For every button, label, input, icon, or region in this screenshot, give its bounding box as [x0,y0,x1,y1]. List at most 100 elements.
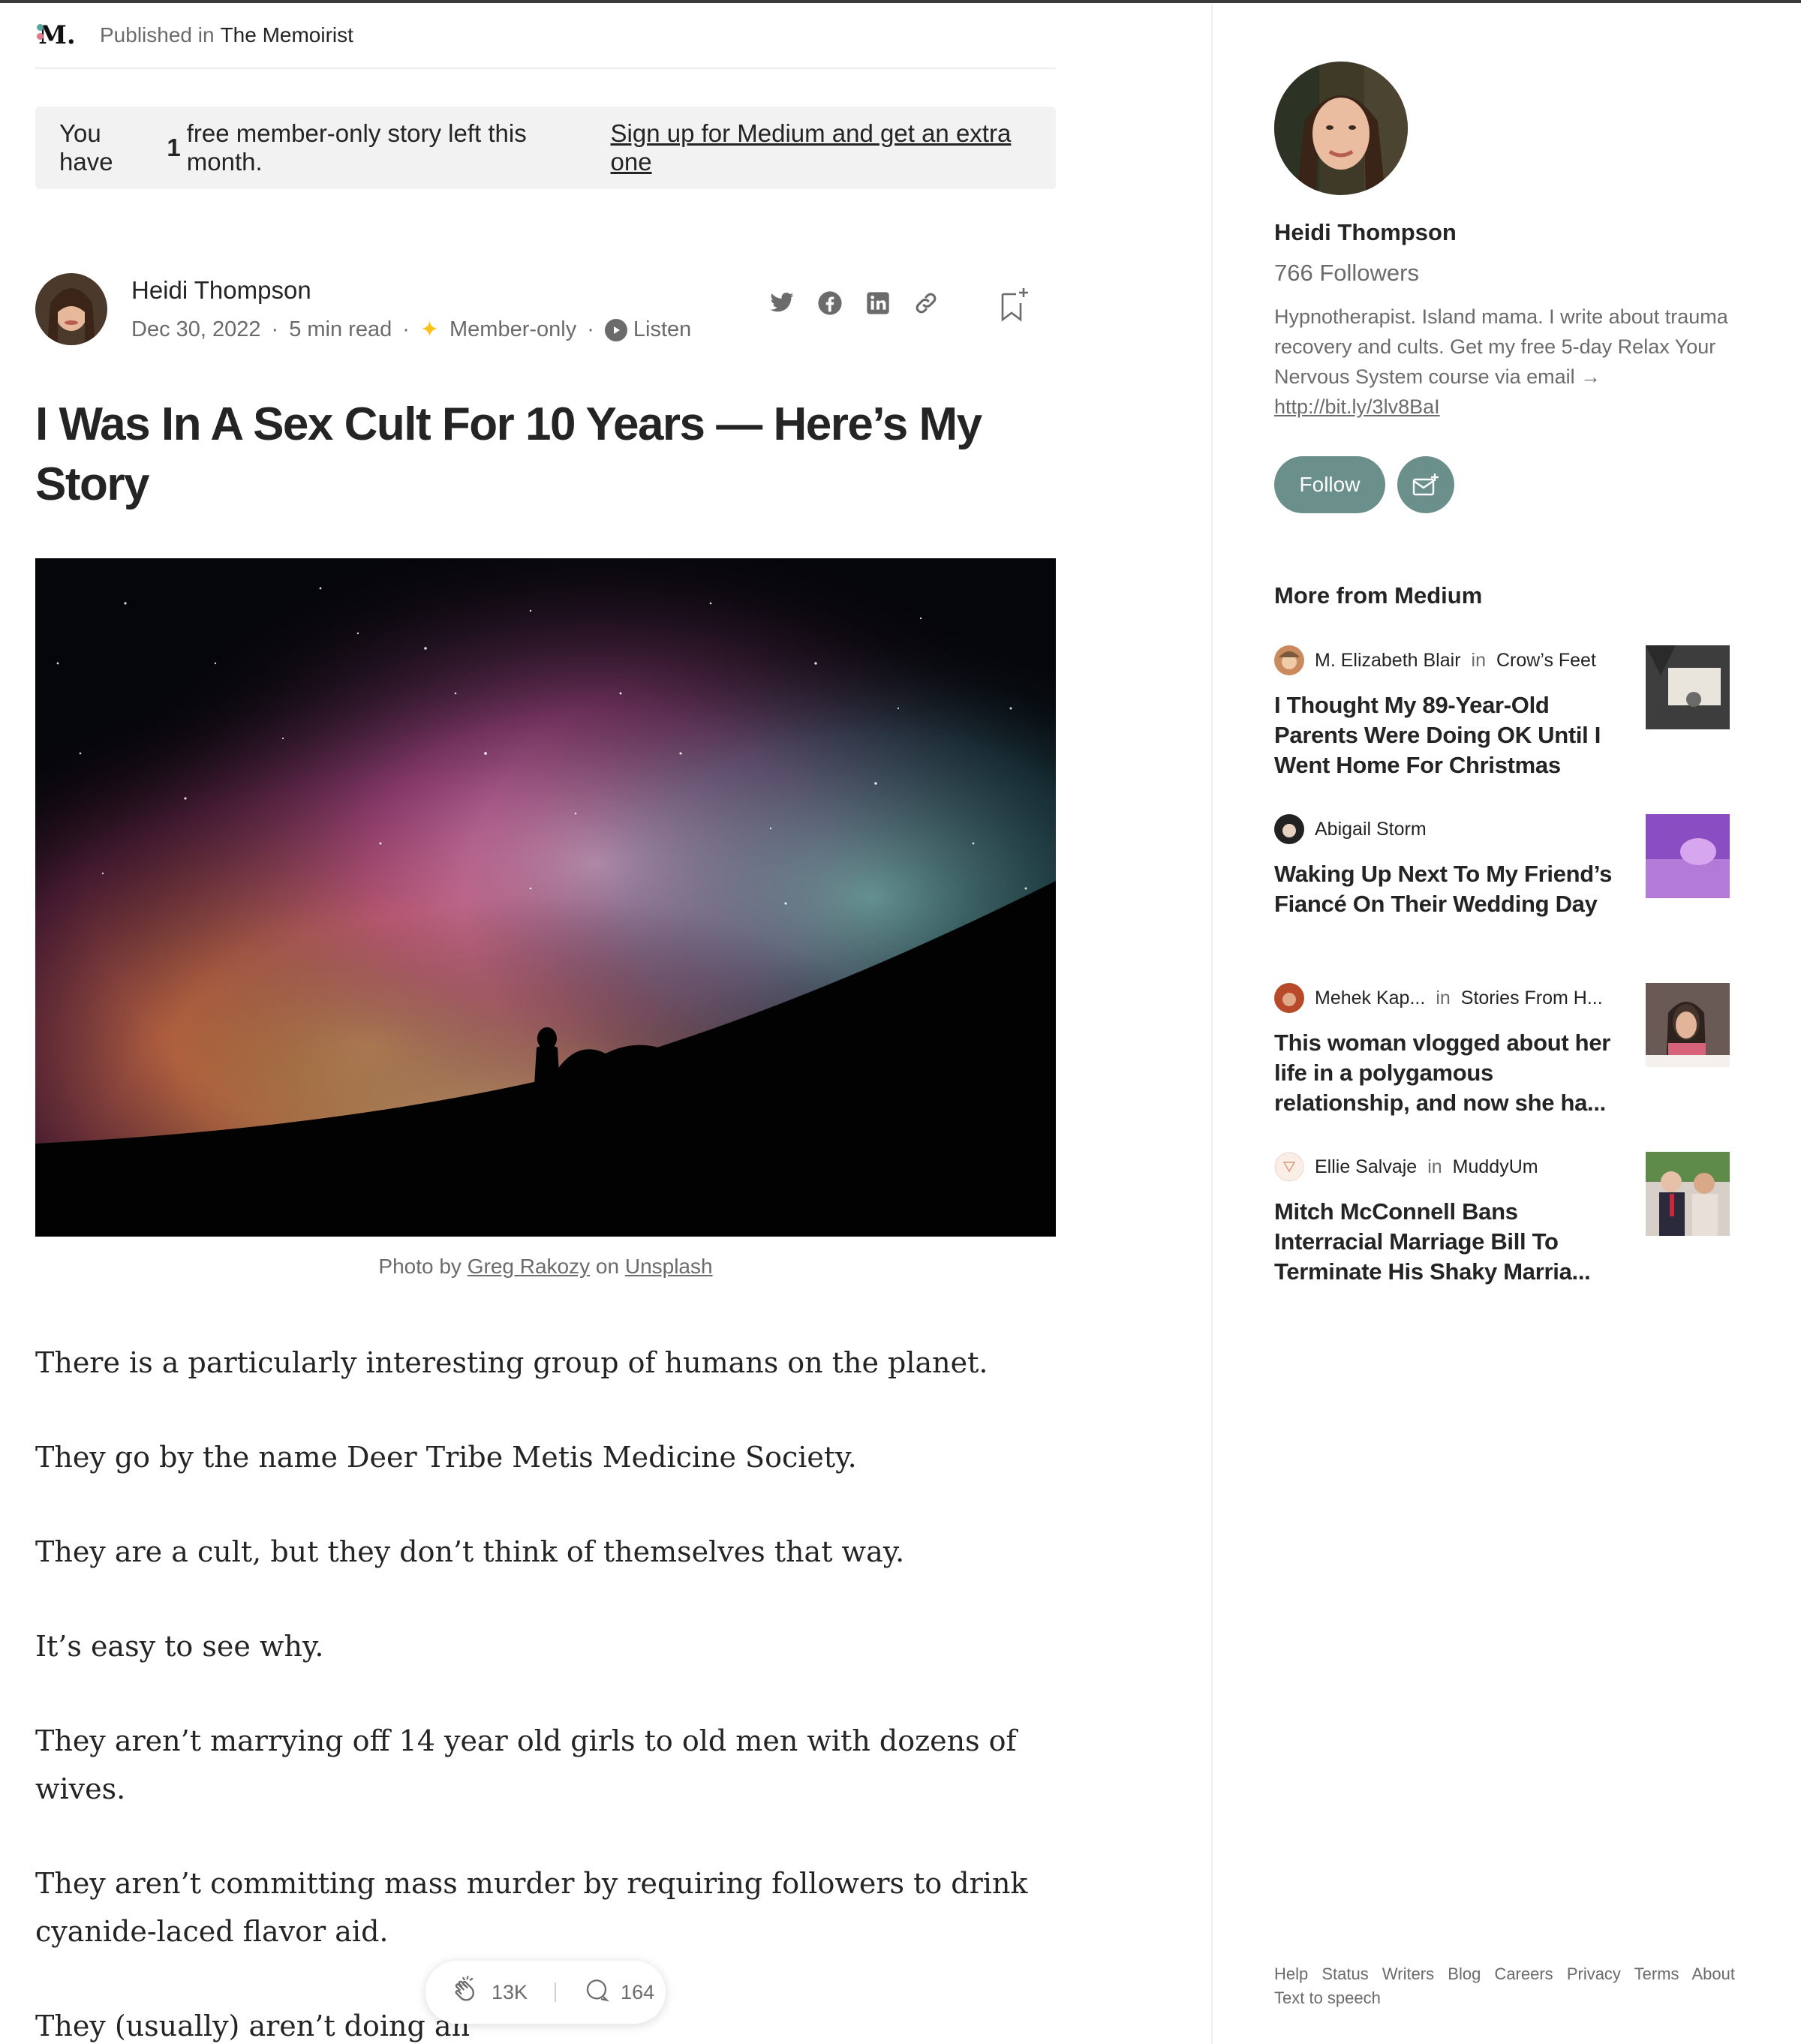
published-in: Published in The Memoirist [100,23,353,47]
rec-thumbnail[interactable] [1646,645,1730,729]
footer-links: Help Status Writers Blog Careers Privacy… [1274,1962,1754,1986]
comment-icon [583,1976,610,2009]
recommendation-list: M. Elizabeth Blair in Crow’s Feet I Thou… [1274,645,1739,1321]
meta-separator: · [587,317,594,341]
article-title: I Was In A Sex Cult For 10 Years — Here’… [35,398,982,510]
publication-name-link[interactable]: The Memoirist [221,23,353,47]
play-icon [604,318,627,341]
share-icons [767,288,941,318]
follow-button[interactable]: Follow [1274,456,1385,513]
response-count: 164 [621,1980,655,2003]
recommendation-item[interactable]: Abigail Storm Waking Up Next To My Frien… [1274,814,1739,983]
recommendation-item[interactable]: Ellie Salvaje in MuddyUm Mitch McConnell… [1274,1152,1739,1321]
member-story-banner: You have 1 free member-only story left t… [35,107,1056,189]
image-caption: Photo by Greg Rakozy on Unsplash [35,1255,1056,1279]
meta-separator: · [271,317,279,341]
member-star-icon: ✦ [419,317,440,342]
footer: Help Status Writers Blog Careers Privacy… [1274,1962,1754,2010]
responses-button[interactable]: 164 [583,1976,654,2009]
paragraph: They aren’t marrying off 14 year old gir… [35,1724,1017,1805]
rec-title[interactable]: Mitch McConnell Bans Interracial Marriag… [1274,1197,1616,1287]
footer-link-careers[interactable]: Careers [1494,1964,1553,1983]
rec-author-name[interactable]: Mehek Kap... [1315,987,1425,1009]
caption-on: on [595,1255,620,1278]
footer-link-privacy[interactable]: Privacy [1567,1964,1621,1983]
signup-link[interactable]: Sign up for Medium and get an extra one [611,119,1057,176]
rec-author-avatar [1274,814,1304,844]
rec-in-label: in [1427,1156,1442,1177]
bio-text: Hypnotherapist. Island mama. I write abo… [1274,305,1728,388]
rec-author-avatar [1274,645,1304,675]
rec-author-name[interactable]: Ellie Salvaje [1315,1156,1417,1178]
facebook-icon[interactable] [815,288,845,318]
paragraph: They aren’t committing mass murder by re… [35,1867,1028,1948]
publication-logo[interactable]: M. [35,14,79,57]
sidebar: Heidi Thompson 766 Followers Hypnotherap… [1211,3,1801,2044]
footer-link-help[interactable]: Help [1274,1964,1308,1983]
rec-publication[interactable]: MuddyUm [1453,1156,1538,1178]
author-bio: Hypnotherapist. Island mama. I write abo… [1274,302,1739,422]
article-body: There is a particularly interesting grou… [35,1339,1056,2044]
rec-publication[interactable]: Crow’s Feet [1496,650,1596,672]
sidebar-author-name[interactable]: Heidi Thompson [1274,219,1739,246]
follower-count[interactable]: 766 Followers [1274,260,1739,287]
caption-source-link[interactable]: Unsplash [625,1255,713,1278]
sidebar-author-avatar[interactable] [1274,62,1408,195]
footer-link-about[interactable]: About [1691,1964,1735,1983]
footer-link-status[interactable]: Status [1321,1964,1368,1983]
member-only-label: Member-only [449,317,577,341]
bio-link[interactable]: http://bit.ly/3lv8BaI [1274,395,1440,418]
twitter-icon[interactable] [767,288,797,318]
caption-author-link[interactable]: Greg Rakozy [468,1255,590,1278]
logo-dots-icon [37,24,44,44]
paragraph: They are a cult, but they don’t think of… [35,1535,905,1568]
paragraph: It’s easy to see why. [35,1630,324,1663]
listen-button[interactable]: Listen [604,317,692,342]
rec-author-name[interactable]: Abigail Storm [1315,819,1427,840]
footer-link-blog[interactable]: Blog [1448,1964,1481,1983]
paragraph: There is a particularly interesting grou… [35,1346,988,1379]
author-avatar[interactable] [35,273,107,345]
publication-bar: M. Published in The Memoirist [35,3,1056,69]
more-from-medium-title: More from Medium [1274,582,1483,609]
divider [555,1982,557,2002]
recommendation-item[interactable]: Mehek Kap... in Stories From H... This w… [1274,983,1739,1152]
link-icon[interactable] [911,288,941,318]
footer-link-writers[interactable]: Writers [1382,1964,1434,1983]
author-actions: Follow [1274,456,1739,513]
rec-in-label: in [1436,987,1451,1008]
hero-image-milky-way[interactable] [35,558,1056,1237]
listen-label: Listen [633,317,692,341]
rec-thumbnail[interactable] [1646,983,1730,1067]
bookmark-icon[interactable] [998,287,1031,324]
author-name[interactable]: Heidi Thompson [131,276,311,305]
rec-publication[interactable]: Stories From H... [1461,987,1603,1009]
clap-response-bar: 13K 164 [425,1961,666,2024]
published-in-label: Published in [100,23,215,47]
rec-title[interactable]: I Thought My 89-Year-Old Parents Were Do… [1274,690,1616,780]
rec-thumbnail[interactable] [1646,814,1730,898]
footer-link-text-to-speech[interactable]: Text to speech [1274,1986,1754,2010]
banner-prefix: You have [59,119,113,176]
rec-author-avatar [1274,983,1304,1013]
rec-in-label: in [1471,649,1486,671]
rec-title[interactable]: This woman vlogged about her life in a p… [1274,1028,1616,1118]
footer-link-terms[interactable]: Terms [1634,1964,1679,1983]
article-column: M. Published in The Memoirist You have 1 … [35,3,1056,2044]
subscribe-email-button[interactable] [1397,456,1454,513]
recommendation-item[interactable]: M. Elizabeth Blair in Crow’s Feet I Thou… [1274,645,1739,814]
rec-thumbnail[interactable] [1646,1152,1730,1236]
publish-date: Dec 30, 2022 [131,317,261,341]
paragraph: They go by the name Deer Tribe Metis Med… [35,1441,857,1474]
rec-author-name[interactable]: M. Elizabeth Blair [1315,650,1461,672]
rec-author-avatar [1274,1152,1304,1182]
clap-count: 13K [492,1980,528,2003]
clap-button[interactable]: 13K [451,1975,528,2010]
rec-title[interactable]: Waking Up Next To My Friend’s Fiancé On … [1274,859,1616,919]
read-time: 5 min read [289,317,392,341]
meta-separator: · [402,317,410,341]
banner-count: 1 [167,134,181,161]
article-meta: Dec 30, 2022 · 5 min read · ✦ Member-onl… [131,317,691,343]
byline: Heidi Thompson Dec 30, 2022 · 5 min read… [35,273,1056,348]
linkedin-icon[interactable] [863,288,893,318]
